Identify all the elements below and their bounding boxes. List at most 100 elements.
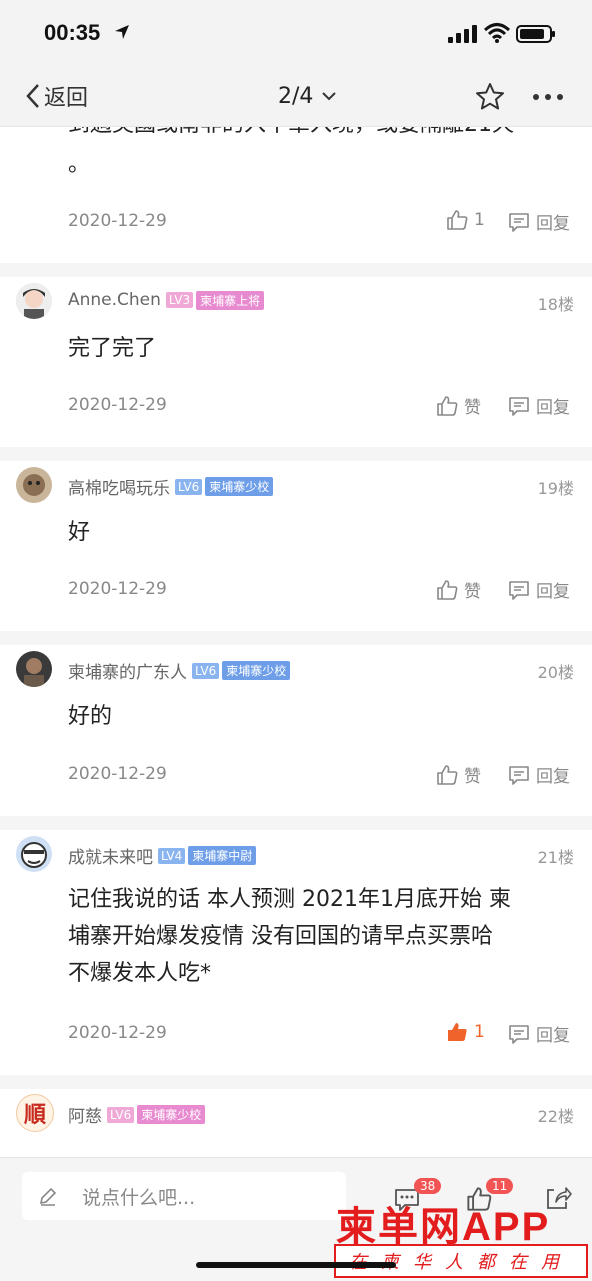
reply-button[interactable]: 回复	[508, 1021, 570, 1046]
like-count: 1	[474, 1022, 485, 1042]
location-arrow-icon	[115, 25, 129, 39]
level-badge: LV6	[192, 662, 220, 679]
username[interactable]: Anne.Chen	[68, 290, 161, 310]
rank-badge: 柬埔寨少校	[222, 661, 291, 680]
watermark-slogan-box: 在柬华人都在用	[334, 1244, 588, 1278]
nav-bar: 返回 2/4	[0, 66, 592, 127]
post-text-line: 埔寨开始爆发疫情 没有回国的请早点买票哈	[68, 924, 493, 949]
chevron-down-icon	[322, 92, 337, 101]
comment-list[interactable]: 到過英國或南非的入不華入境，或要隔離21天 。 2020-12-29 1 回复 …	[0, 127, 592, 1157]
chevron-left-icon	[26, 84, 39, 108]
partial-post-text: 到過英國或南非的入不華入境，或要隔離21天 。	[68, 127, 568, 185]
post-text: 好	[68, 520, 91, 545]
likes-count-badge: 11	[486, 1178, 514, 1194]
pencil-icon	[39, 1187, 57, 1206]
post-meta: 阿慈 LV6 柬埔寨少校	[68, 1102, 206, 1127]
post-meta: 柬埔寨的广东人 LV6 柬埔寨少校	[68, 658, 291, 683]
partial-post-line: 到過英國或南非的入不華入境，或要隔離21天	[68, 127, 568, 145]
divider	[0, 816, 592, 830]
username[interactable]: 成就未来吧	[68, 843, 153, 868]
avatar-image	[16, 283, 52, 319]
comment-placeholder: 说点什么吧...	[82, 1186, 196, 1209]
status-time: 00:35	[44, 20, 101, 45]
page-selector[interactable]: 2/4	[278, 80, 337, 112]
comment-icon	[509, 212, 529, 232]
post-date: 2020-12-29	[68, 579, 167, 599]
reply-button[interactable]: 回复	[508, 393, 570, 418]
username[interactable]: 高棉吃喝玩乐	[68, 474, 170, 499]
reply-label: 回复	[536, 582, 570, 602]
floor-number: 20楼	[537, 663, 574, 682]
avatar-char: 順	[23, 1103, 46, 1128]
post-text-line: 记住我说的话 本人预测 2021年1月底开始 柬	[68, 887, 511, 912]
level-badge: LV6	[107, 1106, 135, 1123]
divider	[0, 1075, 592, 1089]
thumbs-up-filled-icon	[448, 1023, 467, 1041]
level-badge: LV6	[175, 478, 203, 495]
status-bar: 00:35	[0, 0, 592, 66]
level-badge: LV3	[165, 292, 194, 308]
post-text: 好的	[68, 704, 113, 729]
like-button[interactable]: 1	[446, 1021, 485, 1043]
cellular-signal-icon	[448, 25, 477, 43]
like-button[interactable]: 赞	[436, 762, 481, 787]
watermark-slogan: 在柬华人都在用	[349, 1252, 573, 1273]
reply-label: 回复	[536, 767, 570, 787]
post-date: 2020-12-29	[68, 764, 167, 784]
battery-icon	[516, 25, 555, 43]
reply-button[interactable]: 回复	[508, 762, 570, 787]
partial-post-line: 。	[68, 152, 91, 177]
back-button[interactable]: 返回	[24, 80, 88, 112]
floor-number: 21楼	[537, 848, 574, 867]
back-label: 返回	[44, 86, 89, 111]
post-date: 2020-12-29	[68, 1023, 167, 1043]
like-label: 赞	[464, 767, 481, 787]
username[interactable]: 柬埔寨的广东人	[68, 658, 187, 683]
divider	[0, 447, 592, 461]
rank-badge: 柬埔寨少校	[137, 1105, 206, 1124]
like-label: 赞	[464, 582, 481, 602]
comment-icon	[509, 1024, 529, 1044]
comment-icon	[509, 580, 529, 600]
avatar[interactable]	[16, 467, 52, 503]
thumbs-up-icon	[437, 764, 458, 785]
post-date: 2020-12-29	[68, 395, 167, 415]
avatar[interactable]	[16, 283, 52, 319]
home-indicator[interactable]	[196, 1262, 396, 1268]
avatar[interactable]: 順	[16, 1094, 54, 1132]
rank-badge: 柬埔寨上将	[196, 290, 265, 310]
floor-number: 19楼	[537, 479, 574, 498]
reply-label: 回复	[536, 214, 570, 234]
post-date: 2020-12-29	[68, 211, 167, 231]
like-button[interactable]: 赞	[436, 577, 481, 602]
divider	[0, 263, 592, 277]
like-button[interactable]: 赞	[436, 393, 481, 418]
thumbs-up-icon	[437, 395, 458, 416]
post-meta: 高棉吃喝玩乐 LV6 柬埔寨少校	[68, 474, 274, 499]
more-options-icon[interactable]	[530, 82, 566, 112]
comment-input[interactable]: 说点什么吧...	[22, 1172, 346, 1220]
like-label: 赞	[464, 398, 481, 418]
post-meta: Anne.Chen LV3 柬埔寨上将	[68, 290, 265, 310]
favorite-star-icon[interactable]	[474, 81, 506, 113]
level-badge: LV4	[158, 847, 186, 864]
post-meta: 成就未来吧 LV4 柬埔寨中尉	[68, 843, 257, 868]
like-count: 1	[474, 210, 485, 230]
wifi-icon	[484, 23, 510, 43]
post-text: 完了完了	[68, 336, 157, 361]
avatar-image	[16, 836, 52, 872]
post-text-line: 不爆发本人吃*	[68, 961, 212, 986]
reply-button[interactable]: 回复	[508, 577, 570, 602]
avatar[interactable]	[16, 836, 52, 872]
reply-button[interactable]: 回复	[508, 209, 570, 234]
floor-number: 18楼	[537, 295, 574, 314]
username[interactable]: 阿慈	[68, 1102, 102, 1127]
thumbs-up-icon	[447, 210, 468, 230]
like-button[interactable]: 1	[446, 209, 485, 231]
avatar-image	[16, 467, 52, 503]
page-indicator: 2/4	[278, 83, 314, 109]
floor-number: 22楼	[537, 1107, 574, 1126]
avatar[interactable]	[16, 651, 52, 687]
comments-count-badge: 38	[414, 1178, 442, 1194]
reply-label: 回复	[536, 1026, 570, 1046]
